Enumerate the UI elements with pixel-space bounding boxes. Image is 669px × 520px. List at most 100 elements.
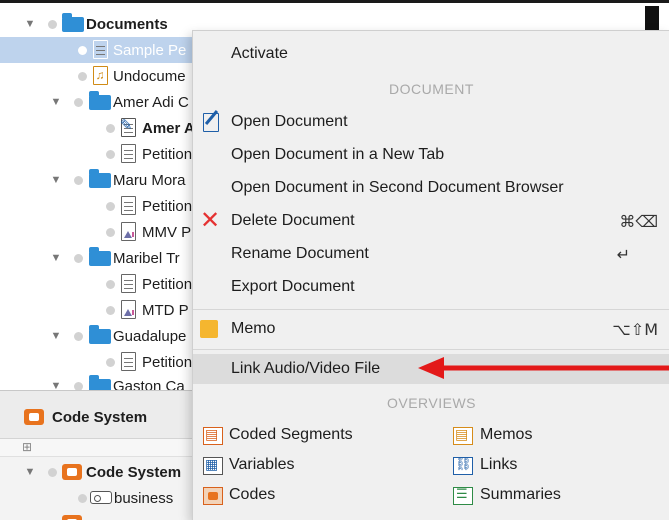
status-dot: [74, 331, 83, 341]
menu-item-codes[interactable]: Codes: [193, 483, 433, 511]
menu-item-coded-segments[interactable]: Coded Segments: [193, 423, 433, 451]
menu-item-export-document[interactable]: Export Document: [193, 272, 669, 302]
menu-item-label: Coded Segments: [229, 426, 353, 443]
shortcut-label: ↵: [616, 245, 630, 264]
menu-item-label: Variables: [229, 456, 295, 473]
status-dot: [78, 493, 87, 503]
menu-item-label: Memo: [231, 320, 276, 337]
folder-icon: [89, 246, 111, 266]
menu-item-delete-document[interactable]: ✕ Delete Document ⌘⌫: [193, 206, 669, 236]
status-dot: [74, 253, 83, 263]
menu-item-links[interactable]: Links: [443, 453, 663, 481]
codes-icon: [203, 487, 223, 505]
summaries-icon: [453, 486, 473, 505]
folder-icon: [89, 324, 111, 344]
menu-item-label: Delete Document: [231, 212, 355, 229]
code-system-icon: [62, 464, 82, 480]
menu-item-label: Links: [480, 456, 518, 473]
edit-document-icon: [120, 116, 136, 137]
menu-item-rename-document[interactable]: Rename Document ↵: [193, 239, 669, 269]
status-dot: [106, 123, 115, 133]
menu-item-open-new-tab[interactable]: Open Document in a New Tab: [193, 140, 669, 170]
tree-label: Maribel Tr: [113, 249, 180, 267]
menu-item-label: Link Audio/Video File: [231, 360, 381, 377]
annotation-arrow-icon: [418, 357, 669, 379]
tree-label: Documents: [86, 15, 168, 33]
document-icon: [121, 274, 136, 293]
code-tag-icon: [90, 491, 112, 504]
menu-item-label: Open Document: [231, 113, 348, 130]
tree-label: Petition: [142, 145, 193, 163]
status-dot: [106, 305, 115, 315]
menu-item-summaries[interactable]: Summaries: [443, 483, 663, 511]
menu-item-label: Open Document in a New Tab: [231, 146, 445, 163]
folder-icon: [89, 90, 111, 110]
folder-icon: [62, 12, 84, 32]
audio-document-icon: [93, 66, 108, 85]
menu-item-label: Export Document: [231, 278, 355, 295]
menu-item-label: Memos: [480, 426, 533, 443]
disclosure-triangle-icon[interactable]: ▼: [24, 18, 36, 30]
memo-icon: [200, 320, 218, 338]
section-label-overviews: OVERVIEWS: [386, 395, 477, 411]
open-document-icon: [203, 113, 219, 132]
menu-item-label: Summaries: [480, 486, 561, 503]
menu-item-variables[interactable]: Variables: [193, 453, 433, 481]
disclosure-triangle-icon[interactable]: ▼: [50, 174, 62, 186]
menu-item-label: Rename Document: [231, 245, 369, 262]
document-icon: [121, 196, 136, 215]
variables-icon: [203, 456, 223, 475]
shortcut-label: ⌥⇧M: [612, 320, 658, 339]
coded-segments-icon: [203, 426, 223, 445]
disclosure-triangle-icon[interactable]: ▼: [50, 330, 62, 342]
tree-label: MMV P: [142, 223, 192, 241]
menu-item-label: Open Document in Second Document Browser: [231, 179, 564, 196]
delete-x-icon: ✕: [200, 207, 221, 234]
tree-label: Sample Pe: [113, 41, 187, 59]
code-system-icon: [62, 515, 82, 520]
disclosure-triangle-icon[interactable]: ▼: [50, 96, 62, 108]
disclosure-triangle-icon[interactable]: ▼: [24, 466, 36, 478]
status-dot: [48, 19, 57, 29]
menu-item-open-second-browser[interactable]: Open Document in Second Document Browser: [193, 173, 669, 203]
status-dot: [78, 71, 87, 81]
menu-separator: [193, 309, 669, 310]
menu-item-memos[interactable]: Memos: [443, 423, 663, 451]
menu-separator: [193, 349, 669, 350]
status-dot: [106, 227, 115, 237]
status-dot: [106, 201, 115, 211]
tree-label: Guadalupe: [113, 327, 187, 345]
image-document-icon: [121, 300, 136, 319]
status-dot: [48, 467, 57, 477]
code-system-icon: [24, 409, 44, 425]
tree-label: Petition: [142, 197, 193, 215]
document-icon: [93, 40, 108, 59]
tree-label: MTD P: [142, 301, 189, 319]
status-dot: [74, 97, 83, 107]
document-icon: [121, 352, 136, 371]
menu-item-label: Activate: [231, 45, 288, 62]
menu-item-activate[interactable]: Activate: [193, 39, 669, 69]
hierarchy-icon[interactable]: ⊞: [22, 440, 32, 454]
status-dot: [106, 279, 115, 289]
disclosure-triangle-icon[interactable]: ▼: [50, 252, 62, 264]
memos-icon: [453, 426, 473, 445]
status-dot: [106, 149, 115, 159]
folder-icon: [89, 168, 111, 188]
status-dot: [106, 357, 115, 367]
menu-item-memo[interactable]: Memo ⌥⇧M: [193, 314, 669, 344]
image-document-icon: [121, 222, 136, 241]
tree-label: Petition: [142, 275, 193, 293]
status-dot: [78, 45, 87, 55]
context-menu: Activate DOCUMENT Open Document Open Doc…: [192, 30, 669, 520]
tree-label: Code System: [86, 463, 182, 481]
status-dot: [74, 175, 83, 185]
tree-label: Amer Adi C: [113, 93, 189, 111]
tree-label: business: [114, 489, 174, 507]
tree-label: Undocume: [113, 67, 186, 85]
shortcut-label: ⌘⌫: [619, 212, 658, 231]
tree-label: Amer A: [142, 119, 195, 137]
menu-item-open-document[interactable]: Open Document: [193, 107, 669, 137]
menu-item-label: Codes: [229, 486, 276, 503]
links-icon: [453, 456, 473, 475]
